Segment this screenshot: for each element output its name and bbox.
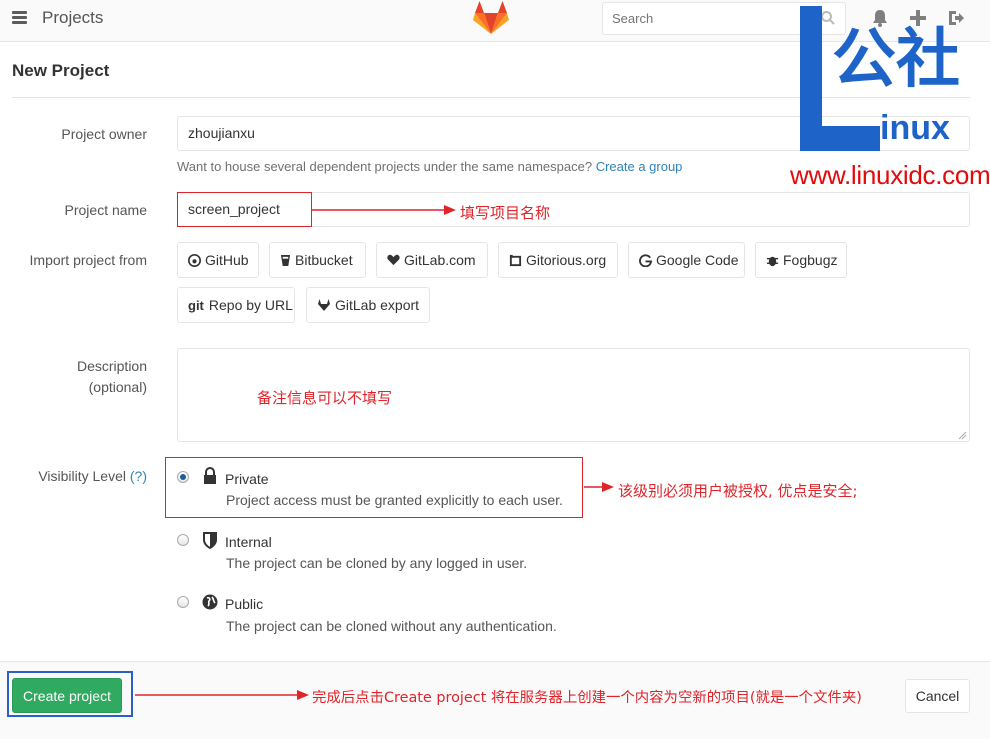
visibility-private-highlight xyxy=(165,457,583,518)
visibility-internal-radio[interactable] xyxy=(177,534,189,546)
annotation-arrow-icon xyxy=(584,482,614,492)
import-github-button[interactable]: GitHub xyxy=(177,242,259,278)
annotation-name: 填写项目名称 xyxy=(460,204,551,222)
project-name-label: Project name xyxy=(64,202,147,218)
visibility-help-link[interactable]: (?) xyxy=(130,468,147,484)
watermark-url: www.linuxidc.com xyxy=(790,160,990,190)
annotation-visibility: 该级别必须用户被授权, 优点是安全; xyxy=(618,482,858,500)
watermark-l-base xyxy=(800,126,880,151)
visibility-internal-desc: The project can be cloned by any logged … xyxy=(226,555,528,571)
visibility-label-text: Visibility Level xyxy=(38,468,126,484)
bug-icon xyxy=(766,256,779,266)
visibility-internal-title[interactable]: Internal xyxy=(225,534,272,550)
import-repo-url-button[interactable]: git Repo by URL xyxy=(177,287,295,323)
shield-icon xyxy=(203,532,217,549)
import-gitlab-export-button[interactable]: GitLab export xyxy=(306,287,430,323)
gitorious-icon xyxy=(509,254,522,266)
import-source-label: Repo by URL xyxy=(208,297,293,313)
description-label: Description xyxy=(76,358,147,374)
annotation-arrow-icon xyxy=(135,690,309,700)
github-icon xyxy=(188,253,201,267)
visibility-label: Visibility Level (?) xyxy=(38,468,147,484)
visibility-public-title[interactable]: Public xyxy=(225,596,263,612)
gitlab-icon xyxy=(318,298,330,311)
create-group-link[interactable]: Create a group xyxy=(596,159,683,174)
resize-handle-icon[interactable] xyxy=(958,431,967,440)
bitbucket-icon xyxy=(280,254,291,266)
visibility-public-desc: The project can be cloned without any au… xyxy=(226,618,557,634)
import-google-code-button[interactable]: Google Code xyxy=(628,242,745,278)
import-source-label: Fogbugz xyxy=(783,252,838,268)
menu-icon[interactable] xyxy=(12,11,27,24)
cancel-button[interactable]: Cancel xyxy=(905,679,970,713)
heart-icon xyxy=(387,254,400,266)
watermark-brand-sub: inux xyxy=(880,109,950,147)
annotation-arrow-icon xyxy=(312,205,456,215)
import-source-label: GitLab export xyxy=(335,297,420,313)
import-gitorious-button[interactable]: Gitorious.org xyxy=(498,242,618,278)
namespace-help-text: Want to house several dependent projects… xyxy=(177,159,593,174)
create-project-button[interactable]: Create project xyxy=(12,678,122,713)
import-fogbugz-button[interactable]: Fogbugz xyxy=(755,242,847,278)
annotation-create: 完成后点击Create project 将在服务器上创建一个内容为空新的项目(就… xyxy=(312,690,862,706)
import-source-label: Gitorious.org xyxy=(526,252,607,268)
project-owner-label: Project owner xyxy=(61,126,147,142)
google-icon xyxy=(639,253,652,267)
import-source-label: Google Code xyxy=(656,252,739,268)
namespace-help: Want to house several dependent projects… xyxy=(177,159,682,174)
git-icon: git xyxy=(188,297,204,313)
description-sublabel: (optional) xyxy=(88,379,147,395)
header-title[interactable]: Projects xyxy=(42,8,103,28)
annotation-description: 备注信息可以不填写 xyxy=(257,389,393,407)
import-label: Import project from xyxy=(29,252,147,268)
gitlab-logo[interactable] xyxy=(472,1,510,35)
import-source-label: GitHub xyxy=(205,252,249,268)
import-source-label: GitLab.com xyxy=(404,252,476,268)
import-gitlab-com-button[interactable]: GitLab.com xyxy=(376,242,488,278)
globe-icon xyxy=(202,594,218,610)
watermark-logo: 公社 inux xyxy=(796,6,986,156)
import-source-label: Bitbucket xyxy=(295,252,353,268)
new-project-page: Projects New Project P xyxy=(0,0,990,739)
page-title: New Project xyxy=(12,61,110,80)
import-bitbucket-button[interactable]: Bitbucket xyxy=(269,242,366,278)
project-name-highlight xyxy=(177,192,312,227)
visibility-public-radio[interactable] xyxy=(177,596,189,608)
watermark-brand: 公社 xyxy=(832,23,960,97)
